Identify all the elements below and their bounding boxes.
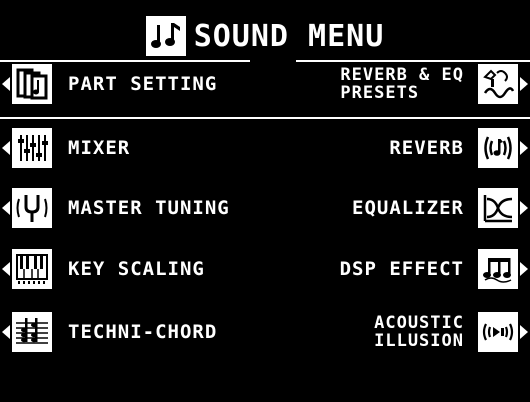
- equalizer-icon: [483, 195, 513, 223]
- dsp-effect-button[interactable]: [478, 249, 518, 289]
- dsp-effect-icon: [483, 258, 512, 283]
- left-arrow-icon: [2, 262, 10, 276]
- part-setting-button[interactable]: [12, 64, 52, 104]
- left-arrow-icon: [2, 201, 10, 215]
- master-tuning-button[interactable]: [12, 188, 52, 228]
- equalizer-button[interactable]: [478, 188, 518, 228]
- acoustic-illusion-button[interactable]: [478, 312, 518, 352]
- acoustic-illusion-line1: ACOUSTIC: [374, 313, 464, 333]
- mixer-button[interactable]: [12, 128, 52, 168]
- techni-chord-icon: [16, 318, 48, 344]
- mixer-label[interactable]: MIXER: [68, 137, 130, 159]
- divider: [0, 117, 530, 119]
- reverb-eq-presets-line2: PRESETS: [340, 83, 420, 103]
- equalizer-label[interactable]: EQUALIZER: [352, 197, 464, 219]
- right-arrow-icon: [520, 201, 528, 215]
- right-arrow-icon: [520, 77, 528, 91]
- left-arrow-icon: [2, 141, 10, 155]
- reverb-button[interactable]: [478, 128, 518, 168]
- techni-chord-label[interactable]: TECHNI-CHORD: [68, 321, 217, 343]
- right-arrow-icon: [520, 262, 528, 276]
- key-scaling-label[interactable]: KEY SCALING: [68, 258, 205, 280]
- right-arrow-icon: [520, 141, 528, 155]
- left-arrow-icon: [2, 325, 10, 339]
- menu-row-5: TECHNI-CHORD ACOUSTIC ILLUSION: [0, 310, 530, 354]
- reverb-eq-presets-button[interactable]: [478, 64, 518, 104]
- acoustic-illusion-label[interactable]: ACOUSTIC ILLUSION: [374, 314, 464, 350]
- menu-row-4: KEY SCALING DSP EFFECT: [0, 247, 530, 291]
- master-tuning-label[interactable]: MASTER TUNING: [68, 197, 230, 219]
- reverb-eq-presets-label[interactable]: REVERB & EQ PRESETS: [340, 66, 464, 102]
- reverb-eq-presets-line1: REVERB & EQ: [340, 65, 464, 85]
- reverb-icon: [484, 136, 512, 160]
- page-title-text: SOUND MENU: [193, 18, 385, 54]
- part-setting-icon: [16, 68, 48, 100]
- dsp-effect-label[interactable]: DSP EFFECT: [340, 258, 464, 280]
- music-notes-icon: [145, 16, 186, 56]
- techni-chord-button[interactable]: [12, 312, 52, 352]
- right-arrow-icon: [520, 325, 528, 339]
- key-scaling-icon: [16, 254, 48, 284]
- acoustic-illusion-line2: ILLUSION: [374, 331, 464, 351]
- menu-row-1: PART SETTING REVERB & EQ PRESETS: [0, 62, 530, 106]
- key-scaling-button[interactable]: [12, 249, 52, 289]
- menu-row-2: MIXER REVERB: [0, 126, 530, 170]
- acoustic-illusion-icon: [482, 323, 514, 341]
- page-title: SOUND MENU: [0, 16, 530, 56]
- reverb-label[interactable]: REVERB: [389, 137, 464, 159]
- reverb-eq-presets-icon: [483, 69, 515, 99]
- left-arrow-icon: [2, 77, 10, 91]
- sound-menu-screen: SOUND MENU PART SETTING REVERB & EQ PRES…: [0, 0, 530, 402]
- tuning-fork-icon: [16, 195, 48, 222]
- menu-row-3: MASTER TUNING EQUALIZER: [0, 186, 530, 230]
- mixer-icon: [18, 135, 48, 161]
- part-setting-label[interactable]: PART SETTING: [68, 73, 217, 95]
